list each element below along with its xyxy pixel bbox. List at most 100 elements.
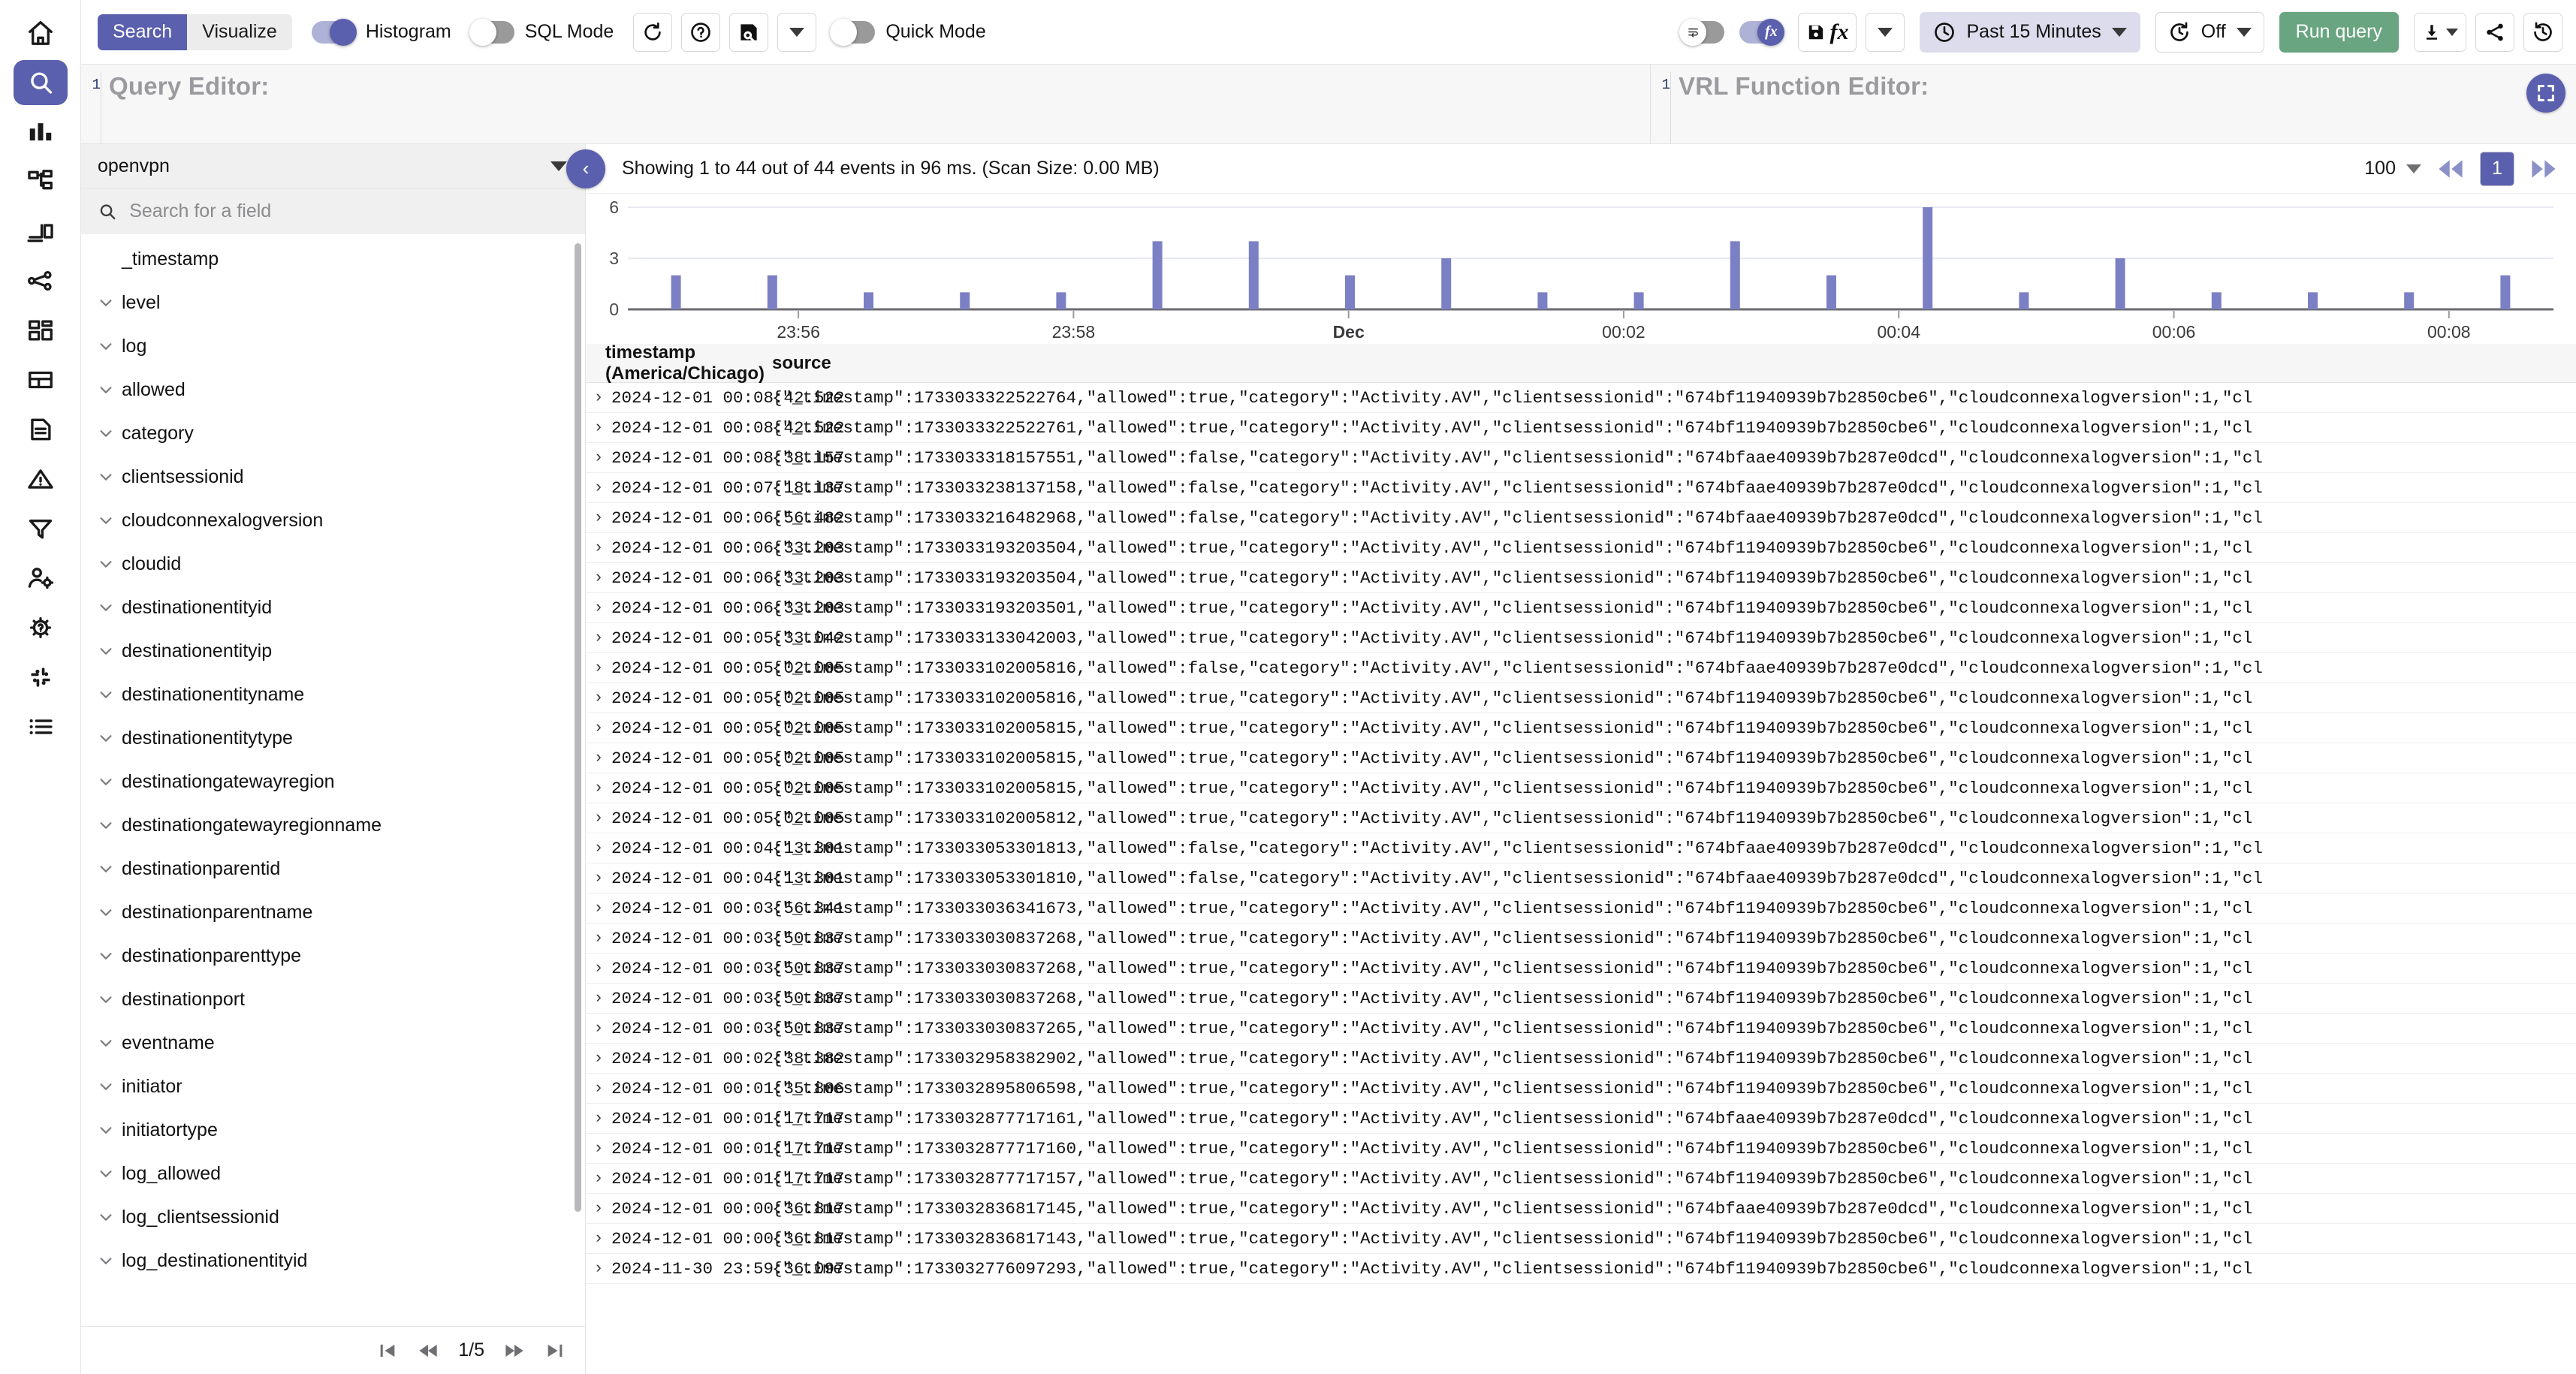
histogram-bar[interactable] bbox=[2212, 292, 2222, 309]
table-row[interactable]: ›2024-12-01 00:00:36.817{"_timestamp":17… bbox=[586, 1224, 2576, 1254]
table-row[interactable]: ›2024-12-01 00:04:13.301{"_timestamp":17… bbox=[586, 863, 2576, 893]
reset-filters-button[interactable] bbox=[633, 13, 672, 52]
expand-row-icon[interactable]: › bbox=[586, 719, 611, 737]
table-row[interactable]: ›2024-12-01 00:05:02.005{"_timestamp":17… bbox=[586, 653, 2576, 683]
expand-row-icon[interactable]: › bbox=[586, 1229, 611, 1248]
chevron-down-icon[interactable] bbox=[98, 1078, 114, 1095]
expand-row-icon[interactable]: › bbox=[586, 418, 611, 437]
histogram-bar[interactable] bbox=[2308, 292, 2318, 309]
histogram-toggle[interactable] bbox=[312, 21, 355, 44]
table-row[interactable]: ›2024-12-01 00:07:18.137{"_timestamp":17… bbox=[586, 473, 2576, 503]
expand-row-icon[interactable]: › bbox=[586, 1139, 611, 1158]
table-row[interactable]: ›2024-12-01 00:05:33.042{"_timestamp":17… bbox=[586, 623, 2576, 653]
field-item[interactable]: log bbox=[81, 324, 585, 368]
sidebar-item-streams[interactable] bbox=[14, 357, 68, 402]
search-history-button[interactable] bbox=[2523, 13, 2562, 52]
field-search[interactable] bbox=[81, 188, 585, 234]
table-row[interactable]: ›2024-12-01 00:06:33.203{"_timestamp":17… bbox=[586, 533, 2576, 563]
field-item[interactable]: _timestamp bbox=[81, 237, 585, 281]
expand-row-icon[interactable]: › bbox=[586, 1259, 611, 1278]
tab-search[interactable]: Search bbox=[98, 14, 187, 50]
chevron-down-icon[interactable] bbox=[98, 1165, 114, 1182]
sidebar-item-rum[interactable] bbox=[14, 209, 68, 254]
column-header-timestamp[interactable]: timestamp (America/Chicago) bbox=[586, 344, 772, 384]
expand-row-icon[interactable]: › bbox=[586, 869, 611, 887]
save-search-button[interactable] bbox=[729, 13, 768, 52]
table-row[interactable]: ›2024-12-01 00:06:33.203{"_timestamp":17… bbox=[586, 563, 2576, 593]
table-row[interactable]: ›2024-12-01 00:05:02.005{"_timestamp":17… bbox=[586, 683, 2576, 713]
expand-row-icon[interactable]: › bbox=[586, 689, 611, 707]
table-row[interactable]: ›2024-12-01 00:08:42.522{"_timestamp":17… bbox=[586, 383, 2576, 413]
histogram-bar[interactable] bbox=[2500, 276, 2510, 309]
sidebar-item-dashboards[interactable] bbox=[14, 308, 68, 353]
expand-row-icon[interactable]: › bbox=[586, 899, 611, 918]
chevron-down-icon[interactable] bbox=[98, 817, 114, 833]
sidebar-item-functions[interactable] bbox=[14, 506, 68, 551]
query-editor[interactable]: 1 Query Editor: bbox=[81, 65, 1651, 143]
results-prev-page-button[interactable] bbox=[2438, 159, 2463, 179]
table-row[interactable]: ›2024-12-01 00:03:50.837{"_timestamp":17… bbox=[586, 1014, 2576, 1044]
expand-row-icon[interactable]: › bbox=[586, 388, 611, 407]
field-item[interactable]: category bbox=[81, 411, 585, 455]
results-next-page-button[interactable] bbox=[2531, 159, 2556, 179]
expand-row-icon[interactable]: › bbox=[586, 779, 611, 797]
expand-row-icon[interactable]: › bbox=[586, 448, 611, 467]
saved-views-dropdown-button[interactable] bbox=[777, 13, 816, 52]
sidebar-item-reports[interactable] bbox=[14, 407, 68, 452]
field-search-input[interactable] bbox=[128, 200, 569, 223]
sidebar-item-alerts[interactable] bbox=[14, 456, 68, 502]
histogram-bar[interactable] bbox=[864, 292, 873, 309]
histogram-bar[interactable] bbox=[1537, 292, 1547, 309]
histogram-bar[interactable] bbox=[2404, 292, 2414, 309]
expand-row-icon[interactable]: › bbox=[586, 989, 611, 1008]
field-item[interactable]: level bbox=[81, 281, 585, 324]
table-row[interactable]: ›2024-12-01 00:05:02.005{"_timestamp":17… bbox=[586, 713, 2576, 743]
table-row[interactable]: ›2024-12-01 00:04:13.301{"_timestamp":17… bbox=[586, 833, 2576, 863]
chevron-down-icon[interactable] bbox=[98, 948, 114, 964]
chevron-down-icon[interactable] bbox=[98, 469, 114, 485]
page-size-selector[interactable]: 100 bbox=[2364, 158, 2421, 179]
histogram-bar[interactable] bbox=[1249, 241, 1259, 309]
field-item[interactable]: destinationparenttype bbox=[81, 934, 585, 978]
vrl-function-editor[interactable]: 1 VRL Function Editor: bbox=[1651, 65, 2576, 143]
field-item[interactable]: cloudconnexalogversion bbox=[81, 499, 585, 542]
expand-editor-button[interactable] bbox=[2526, 74, 2565, 113]
expand-row-icon[interactable]: › bbox=[586, 478, 611, 497]
histogram-bar[interactable] bbox=[960, 292, 970, 309]
field-item[interactable]: destinationgatewayregionname bbox=[81, 803, 585, 847]
table-row[interactable]: ›2024-12-01 00:01:35.806{"_timestamp":17… bbox=[586, 1074, 2576, 1104]
chevron-down-icon[interactable] bbox=[98, 730, 114, 746]
expand-row-icon[interactable]: › bbox=[586, 568, 611, 587]
histogram-bar[interactable] bbox=[1923, 207, 1932, 309]
fields-next-page-button[interactable] bbox=[504, 1340, 525, 1361]
wrap-lines-toggle[interactable] bbox=[1681, 21, 1724, 44]
chevron-down-icon[interactable] bbox=[98, 1252, 114, 1269]
expand-row-icon[interactable]: › bbox=[586, 1019, 611, 1038]
expand-row-icon[interactable]: › bbox=[586, 1109, 611, 1128]
table-row[interactable]: ›2024-11-30 23:59:36.097{"_timestamp":17… bbox=[586, 1254, 2576, 1284]
expand-row-icon[interactable]: › bbox=[586, 749, 611, 767]
histogram-bar[interactable] bbox=[1634, 292, 1644, 309]
histogram-bar[interactable] bbox=[1441, 258, 1451, 309]
field-item[interactable]: destinationparentname bbox=[81, 890, 585, 934]
sidebar-item-traces[interactable] bbox=[14, 159, 68, 204]
histogram-bar[interactable] bbox=[2116, 258, 2125, 309]
field-item[interactable]: destinationentityip bbox=[81, 629, 585, 673]
histogram-bar[interactable] bbox=[1153, 241, 1163, 309]
table-row[interactable]: ›2024-12-01 00:01:17.717{"_timestamp":17… bbox=[586, 1164, 2576, 1194]
table-row[interactable]: ›2024-12-01 00:06:33.203{"_timestamp":17… bbox=[586, 593, 2576, 623]
fields-last-page-button[interactable] bbox=[544, 1340, 566, 1361]
expand-row-icon[interactable]: › bbox=[586, 959, 611, 978]
sidebar-item-management[interactable] bbox=[14, 605, 68, 650]
field-item[interactable]: destinationentityid bbox=[81, 586, 585, 629]
chevron-down-icon[interactable] bbox=[98, 904, 114, 921]
events-histogram[interactable]: 03623:5623:58Dec00:0200:0400:0600:08 bbox=[586, 194, 2576, 344]
expand-row-icon[interactable]: › bbox=[586, 809, 611, 827]
chevron-down-icon[interactable] bbox=[98, 425, 114, 441]
table-row[interactable]: ›2024-12-01 00:08:38.157{"_timestamp":17… bbox=[586, 443, 2576, 473]
share-link-button[interactable] bbox=[2475, 13, 2514, 52]
expand-row-icon[interactable]: › bbox=[586, 598, 611, 617]
time-range-picker[interactable]: Past 15 Minutes bbox=[1920, 12, 2140, 53]
table-row[interactable]: ›2024-12-01 00:06:56.482{"_timestamp":17… bbox=[586, 503, 2576, 533]
table-row[interactable]: ›2024-12-01 00:03:56.341{"_timestamp":17… bbox=[586, 893, 2576, 924]
